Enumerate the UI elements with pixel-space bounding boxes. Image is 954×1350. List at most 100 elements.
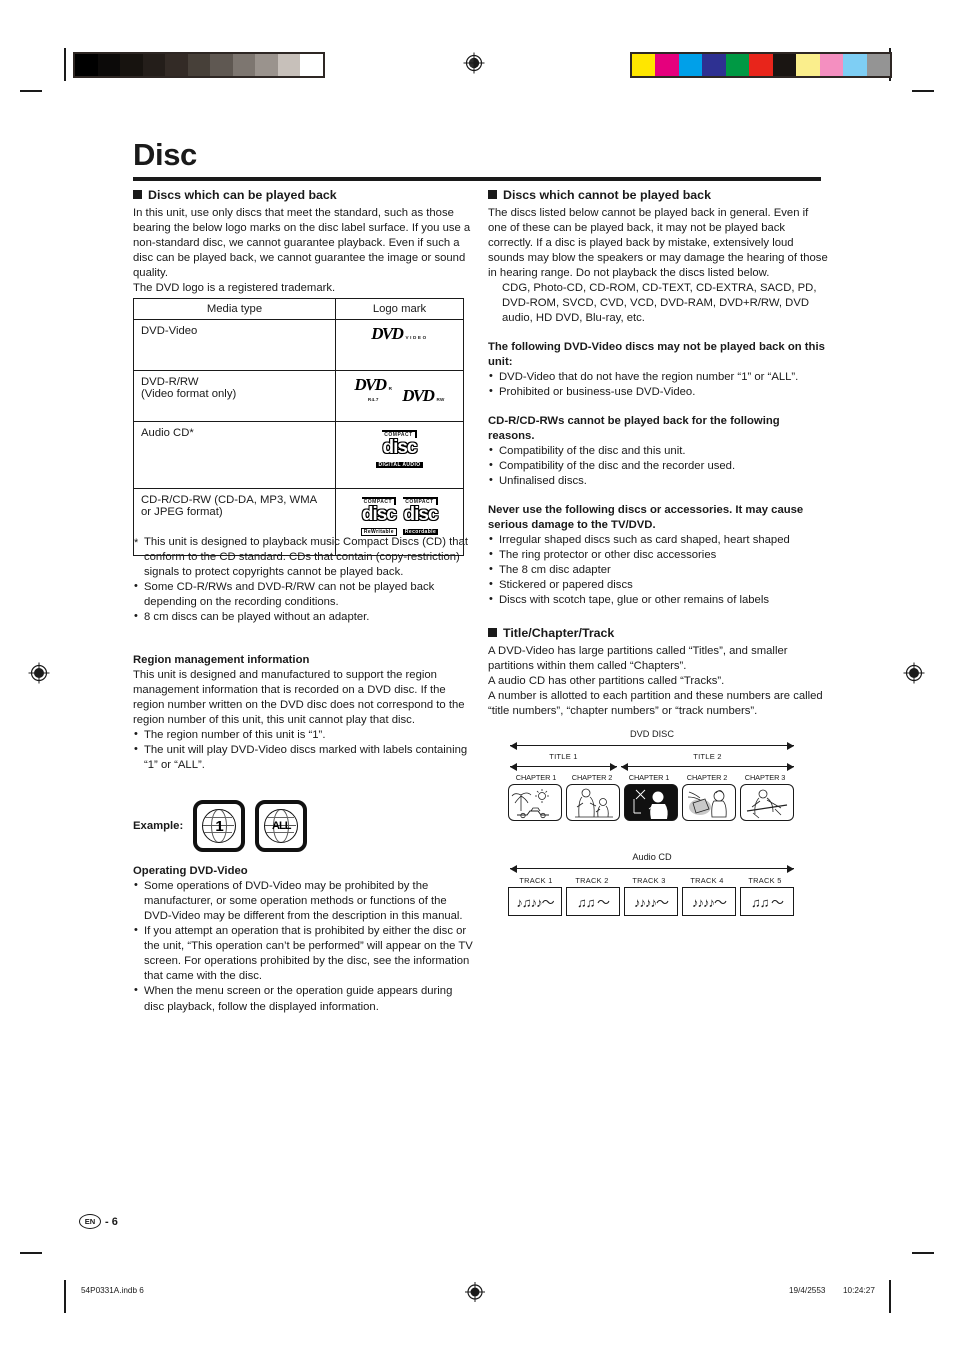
thumbnail-people <box>566 784 620 821</box>
not-played-bullet-list: DVD-Video that do not have the region nu… <box>488 369 828 400</box>
section-heading-playable-label: Discs which can be played back <box>148 188 337 202</box>
footer-rule-left <box>20 1252 42 1254</box>
color-swatch-3 <box>702 54 726 76</box>
footer-date: 19/4/2553 <box>789 1286 826 1295</box>
bullet-square-icon <box>133 190 142 199</box>
section-heading-playable: Discs which can be played back <box>133 188 473 204</box>
track-notes: ♪♫♪♪～ <box>508 887 562 916</box>
cd-diagram-caption: Audio CD <box>632 852 672 862</box>
list-item: 8 cm discs can be played without an adap… <box>133 609 473 625</box>
gray-swatch-4 <box>165 54 188 76</box>
track-notes: ♫♫ ～ <box>740 887 794 916</box>
operating-dvd-video-block: Operating DVD-Video Some operations of D… <box>133 864 473 1015</box>
table-row: DVD-R/RW (Video format only) DVD R R4.7 … <box>133 370 464 422</box>
dvd-rw-logo-icon: DVD RW <box>402 386 445 406</box>
not-playable-body-text: The discs listed below cannot be played … <box>488 206 828 279</box>
never-use-bullet-list: Irregular shaped discs such as card shap… <box>488 532 828 608</box>
table-header-logo-mark: Logo mark <box>335 298 464 320</box>
table-header-row: Media type Logo mark <box>133 298 464 320</box>
playable-body-text: In this unit, use only discs that meet t… <box>133 206 471 294</box>
region-example-row: Example: 1 ALL <box>133 800 308 852</box>
crop-mark-top-left <box>64 48 66 81</box>
list-item: The 8 cm disc adapter <box>488 562 828 578</box>
footnote-list-star: This unit is designed to playback music … <box>133 535 473 580</box>
dvd-title-arrows: TITLE 1 TITLE 2 <box>508 752 796 771</box>
list-item: This unit is designed to playback music … <box>133 535 473 580</box>
grayscale-calibration-bar <box>73 52 325 78</box>
page-number-label: - 6 <box>105 1215 118 1228</box>
dvd-r-logo-icon: DVD R R4.7 <box>354 375 393 403</box>
color-swatch-4 <box>725 54 750 76</box>
media-cell-audio-cd: Audio CD* <box>133 421 336 489</box>
section-heading-not-playable-label: Discs which cannot be played back <box>503 188 711 202</box>
right-column: Discs which cannot be played back The di… <box>488 188 828 719</box>
region-heading: Region management information <box>133 654 310 666</box>
gray-swatch-3 <box>142 54 166 76</box>
dvd-span-arrow <box>510 740 794 750</box>
region-icon-all-label: ALL <box>272 819 291 832</box>
media-cell-dvd-video: DVD-Video <box>133 319 336 371</box>
registration-mark-bottom <box>465 1282 485 1302</box>
globe-icon: 1 <box>202 809 237 843</box>
logo-cell-dvd-r-rw: DVD R R4.7 DVD RW <box>335 370 464 422</box>
crop-mark-right-horizontal <box>912 90 934 92</box>
list-item: Prohibited or business-use DVD-Video. <box>488 384 828 400</box>
document-page: Disc Discs which can be played back In t… <box>0 0 954 1350</box>
footer-crop-left <box>64 1280 66 1313</box>
crop-mark-left-horizontal <box>20 90 42 92</box>
gray-swatch-5 <box>187 54 211 76</box>
track-notes: ♫♫ ～ <box>566 887 620 916</box>
region-icon-1: 1 <box>193 800 246 852</box>
list-item: Unfinalised discs. <box>488 473 828 489</box>
table-row: Audio CD* COMPACT disc DIGITAL AUDIO <box>133 421 464 489</box>
table-header-media-type: Media type <box>133 298 336 320</box>
color-swatch-6 <box>772 54 797 76</box>
color-swatch-9 <box>843 54 867 76</box>
color-swatch-2 <box>678 54 703 76</box>
chapter-label: CHAPTER 2 <box>571 773 613 782</box>
cdr-reasons-bullet-list: Compatibility of the disc and this unit.… <box>488 443 828 489</box>
region-body-text: This unit is designed and manufactured t… <box>133 668 465 727</box>
color-calibration-bar <box>630 52 892 78</box>
gray-swatch-8 <box>255 54 278 76</box>
list-item: If you attempt an operation that is proh… <box>133 923 473 984</box>
gray-swatch-1 <box>97 54 121 76</box>
page-number-block: EN - 6 <box>79 1214 118 1229</box>
dvd-chapter-labels: CHAPTER 1 CHAPTER 2 CHAPTER 1 CHAPTER 2 … <box>508 773 796 782</box>
footer-time: 10:24:27 <box>843 1286 875 1295</box>
section-heading-title-chapter-track: Title/Chapter/Track <box>488 626 828 642</box>
thumbnail-beach-car <box>508 784 562 821</box>
cd-track-boxes: ♪♫♪♪～ ♫♫ ～ ♪♪♪♪～ ♪♪♪♪～ ♫♫ ～ <box>508 887 796 916</box>
list-item: The unit will play DVD-Video discs marke… <box>133 742 473 773</box>
track-label: TRACK 4 <box>690 876 724 885</box>
track-label: TRACK 3 <box>632 876 666 885</box>
list-item: Compatibility of the disc and the record… <box>488 458 828 474</box>
cdr-reasons-heading: CD-R/CD-RWs cannot be played back for th… <box>488 415 780 442</box>
registration-mark-left <box>28 662 50 684</box>
globe-icon: ALL <box>264 809 299 843</box>
list-item: Stickered or papered discs <box>488 577 828 593</box>
region-bullet-list: The region number of this unit is “1”. T… <box>133 727 473 773</box>
region-icon-1-label: 1 <box>215 817 224 835</box>
footnote-list: Some CD-R/RWs and DVD-R/RW can not be pl… <box>133 579 473 625</box>
color-swatch-7 <box>796 54 820 76</box>
color-swatch-8 <box>819 54 844 76</box>
list-item: Some CD-R/RWs and DVD-R/RW can not be pl… <box>133 579 473 610</box>
title-chapter-track-body: A DVD-Video has large partitions called … <box>488 644 823 718</box>
color-swatch-5 <box>749 54 773 76</box>
registration-mark-top <box>463 52 485 74</box>
thumbnail-sports <box>740 784 794 821</box>
list-item: When the menu screen or the operation gu… <box>133 983 473 1014</box>
dvd-diagram-caption: DVD DISC <box>630 729 674 739</box>
cd-track-labels: TRACK 1 TRACK 2 TRACK 3 TRACK 4 TRACK 5 <box>508 876 796 885</box>
region-icon-all: ALL <box>255 800 308 852</box>
media-type-table: Media type Logo mark DVD-Video DVD VIDEO… <box>133 298 464 556</box>
cd-span-arrow <box>510 863 794 873</box>
audio-cd-diagram: Audio CD TRACK 1 TRACK 2 TRACK 3 TRACK 4… <box>508 852 796 916</box>
gray-swatch-0 <box>75 54 98 76</box>
dvd-title-2-arrow <box>621 761 794 771</box>
left-column: Discs which can be played back In this u… <box>133 188 473 296</box>
